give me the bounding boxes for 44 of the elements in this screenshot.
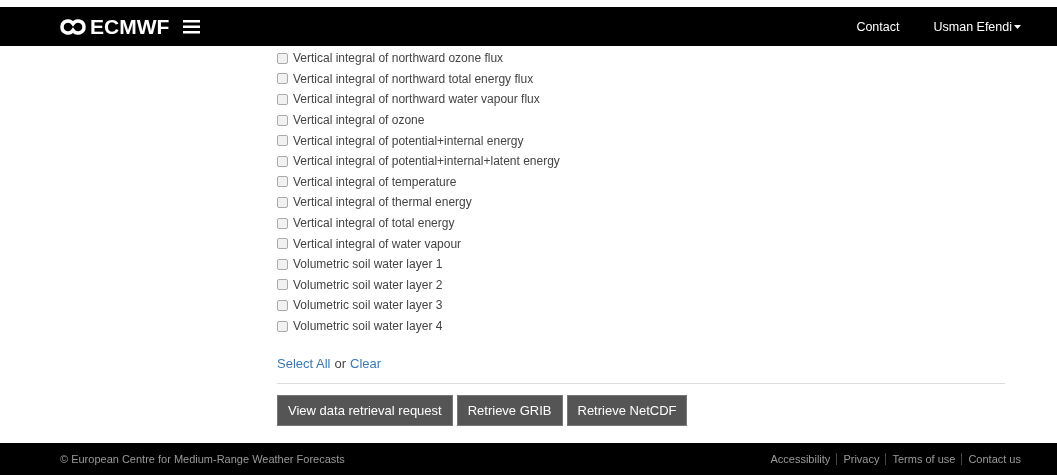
action-button[interactable]: Retrieve NetCDF — [566, 395, 688, 426]
parameter-label: Vertical integral of northward water vapour flux — [293, 92, 540, 107]
checkbox[interactable] — [277, 299, 288, 311]
checkbox[interactable] — [277, 114, 288, 126]
checkbox[interactable] — [277, 217, 288, 229]
checkbox[interactable] — [277, 73, 288, 85]
parameter-label: Vertical integral of temperature — [293, 174, 457, 189]
checkbox[interactable] — [277, 258, 288, 270]
parameter-label: Vertical integral of potential+internal+latent energy — [293, 154, 560, 169]
parameter-label: Volumetric soil water layer 1 — [293, 257, 443, 272]
parameter-label: Vertical integral of northward ozone flux — [293, 51, 504, 66]
parameter-label: Vertical integral of northward total energy flux — [293, 71, 534, 86]
footer-link[interactable]: Contact us — [961, 453, 1027, 465]
nav-link[interactable]: Contact — [856, 19, 900, 34]
clear-link[interactable]: Clear — [350, 356, 382, 371]
checkbox[interactable] — [277, 176, 288, 188]
action-button[interactable]: View data retrieval request — [277, 395, 453, 426]
action-button[interactable]: Retrieve GRIB — [456, 395, 563, 426]
footer-link[interactable]: Terms of use — [885, 453, 962, 465]
copyright-text: © European Centre for Medium-Range Weather Forecasts — [60, 453, 345, 465]
checkbox[interactable] — [277, 94, 288, 105]
parameter-label: Vertical integral of thermal energy — [293, 195, 472, 210]
checkbox[interactable] — [277, 155, 288, 167]
checkbox[interactable] — [277, 196, 288, 208]
parameter-label: Volumetric soil water layer 2 — [293, 277, 443, 292]
parameter-label: Vertical integral of total energy — [293, 216, 455, 231]
checkbox[interactable] — [277, 320, 288, 332]
nav-link[interactable]: Usman Efendi — [933, 19, 1021, 34]
parameter-label: Vertical integral of water vapour — [293, 236, 462, 251]
footer-link[interactable]: Privacy — [836, 453, 886, 465]
logo-text: ECMWF — [90, 14, 170, 39]
checkbox[interactable] — [277, 52, 288, 64]
footer-link[interactable]: Accessibility — [764, 453, 837, 465]
checkbox[interactable] — [277, 238, 288, 250]
checkbox[interactable] — [277, 279, 288, 291]
menu-icon[interactable] — [183, 19, 201, 34]
checkbox[interactable] — [277, 135, 288, 147]
parameter-label: Volumetric soil water layer 4 — [293, 319, 443, 333]
select-all-link[interactable]: Select All — [277, 356, 331, 371]
logo-icon — [60, 18, 86, 35]
parameter-label: Vertical integral of ozone — [293, 113, 425, 128]
parameter-label: Vertical integral of potential+internal energy — [293, 133, 524, 148]
or-text: or — [334, 356, 347, 371]
parameter-label: Volumetric soil water layer 3 — [293, 298, 443, 313]
